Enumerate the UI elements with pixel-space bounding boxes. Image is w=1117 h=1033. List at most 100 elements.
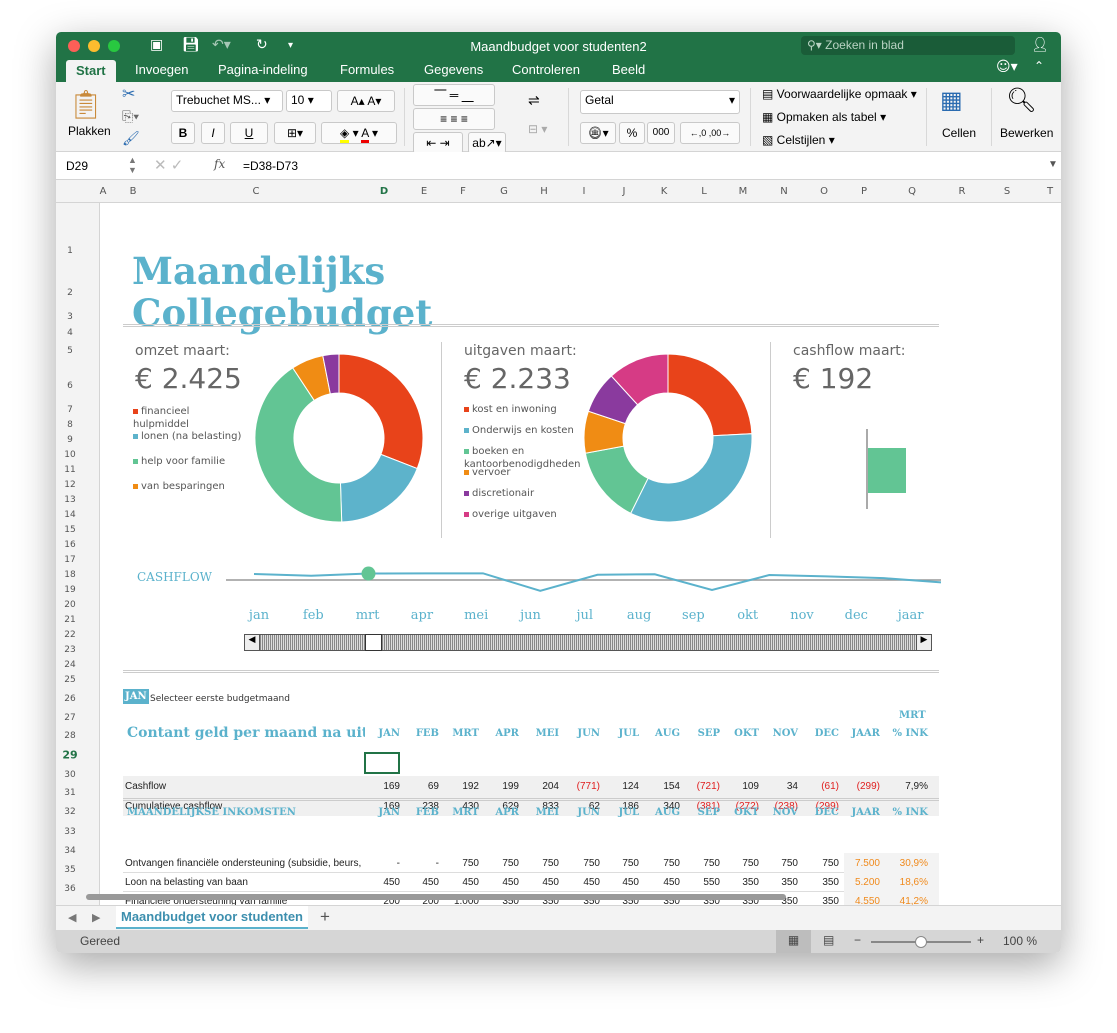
scrollbar-thumb[interactable] [365,634,382,651]
ribbon-tab-formules[interactable]: Formules [340,62,394,77]
column-header-K[interactable]: K [661,186,668,197]
ribbon-tab-pagina-indeling[interactable]: Pagina-indeling [218,62,308,77]
month-scrollbar[interactable]: ◀ ▶ [244,634,932,651]
cells-button[interactable]: Cellen [942,126,976,140]
number-format-select[interactable]: Getal ▾ [580,90,740,114]
edit-button[interactable]: Bewerken [1000,126,1053,140]
column-header-C[interactable]: C [253,186,260,197]
percent-button[interactable]: % [619,122,645,144]
month-label-apr[interactable]: apr [411,608,433,623]
ribbon-tab-invoegen[interactable]: Invoegen [135,62,189,77]
font-size-grow-shrink-buttons[interactable]: A▴ A▾ [337,90,395,112]
month-label-jan[interactable]: jan [249,608,269,623]
table-cell[interactable]: 7,9% [878,781,928,792]
formula-input[interactable]: =D38-D73 [243,159,298,173]
column-header-O[interactable]: O [820,186,828,197]
underline-button[interactable]: U [230,122,268,144]
find-magnifier-icon[interactable]: 🔍︎ [1006,86,1036,115]
table-cell[interactable]: 7.500 [830,858,880,869]
vertical-align-buttons[interactable]: ⎺ ═ ⎽ [413,84,495,106]
zoom-slider-thumb[interactable] [915,936,927,948]
orientation-button[interactable]: ab↗▾ [468,132,506,154]
prev-sheet-icon[interactable]: ◀ [68,911,76,924]
currency-button[interactable]: 🪙︎▾ [580,122,616,144]
month-label-mrt[interactable]: mrt [356,608,380,623]
selected-cell-d29[interactable] [364,752,400,774]
function-icon[interactable]: fx [214,157,225,171]
name-box[interactable]: D29 [66,159,88,173]
month-label-mei[interactable]: mei [464,608,488,623]
bold-button[interactable]: B [171,122,195,144]
column-header-B[interactable]: B [130,186,137,197]
column-header-Q[interactable]: Q [908,186,916,197]
scroll-left-button[interactable]: ◀ [245,635,260,650]
ribbon-tab-start[interactable]: Start [66,60,116,82]
fill-font-color-buttons[interactable]: ◈ ▾ A ▾ [321,122,397,144]
month-label-nov[interactable]: nov [790,608,814,623]
column-header-G[interactable]: G [500,186,508,197]
column-header-S[interactable]: S [1004,186,1010,197]
column-header-I[interactable]: I [583,186,586,197]
add-sheet-icon[interactable]: + [320,907,330,927]
cancel-icon[interactable]: ✕ ✓ [154,156,183,174]
table-cell[interactable]: 41,2% [878,896,928,905]
cells-icon[interactable]: ▦ [940,86,963,115]
column-header-A[interactable]: A [100,186,107,197]
collapse-ribbon-icon[interactable]: ⌃ [1034,59,1044,73]
merge-cells-icon[interactable]: ⊟ ▾ [528,122,547,136]
zoom-level[interactable]: 100 % [1003,934,1037,948]
column-header-M[interactable]: M [739,186,748,197]
scroll-right-button[interactable]: ▶ [916,635,931,650]
decimal-buttons[interactable]: ←,0 ,00→ [680,122,740,144]
table-cell[interactable]: 5.200 [830,877,880,888]
month-label-jun[interactable]: jun [520,608,541,623]
cell-styles-button[interactable]: ▧ Celstijlen ▾ [762,133,835,147]
column-header-T[interactable]: T [1047,186,1053,197]
format-as-table-button[interactable]: ▦ Opmaken als tabel ▾ [762,110,886,124]
next-sheet-icon[interactable]: ▶ [92,911,100,924]
column-header-R[interactable]: R [959,186,966,197]
normal-view-icon[interactable]: ▦ [776,930,811,953]
horizontal-scrollbar[interactable] [86,894,786,900]
column-header-N[interactable]: N [780,186,787,197]
table-cell[interactable]: 18,6% [878,877,928,888]
month-label-jul[interactable]: jul [577,608,594,623]
column-header-D[interactable]: D [380,186,388,197]
column-header-E[interactable]: E [421,186,427,197]
cut-icon[interactable]: ✂ [122,84,135,104]
expand-formula-icon[interactable]: ▼ [1048,159,1058,170]
copy-icon[interactable]: ⎘▾ [122,108,139,125]
ribbon-tab-gegevens[interactable]: Gegevens [424,62,483,77]
start-month-select[interactable]: JAN [123,689,149,704]
borders-button[interactable]: ⊞▾ [274,122,316,144]
table-cell[interactable]: 4.550 [830,896,880,905]
column-header-P[interactable]: P [861,186,867,197]
ribbon-tab-controleren[interactable]: Controleren [512,62,580,77]
zoom-out-icon[interactable]: − [854,933,861,947]
font-size-select[interactable]: 10 ▾ [286,90,332,112]
column-header-F[interactable]: F [460,186,466,197]
month-label-jaar[interactable]: jaar [898,608,924,623]
ribbon-tab-beeld[interactable]: Beeld [612,62,645,77]
table-cell[interactable]: 30,9% [878,858,928,869]
thousands-button[interactable]: 000 [647,122,675,144]
month-label-feb[interactable]: feb [303,608,324,623]
month-label-dec[interactable]: dec [845,608,868,623]
format-painter-icon[interactable]: 🖌︎ [122,130,140,147]
page-layout-view-icon[interactable]: ▤ [823,933,834,947]
month-label-okt[interactable]: okt [737,608,758,623]
horizontal-align-buttons[interactable]: ≡ ≡ ≡ [413,108,495,130]
italic-button[interactable]: I [201,122,225,144]
name-box-stepper[interactable]: ▲ ▼ [128,155,137,175]
sheet-tab-active[interactable]: Maandbudget voor studenten [116,906,308,929]
column-header-H[interactable]: H [540,186,548,197]
paste-icon[interactable]: 📋︎ [68,88,104,121]
column-header-J[interactable]: J [623,186,626,197]
wrap-text-icon[interactable]: ⇌ [528,92,540,109]
smiley-feedback-icon[interactable]: ☺▾ [996,59,1018,75]
paste-label[interactable]: Plakken [68,124,111,138]
font-name-select[interactable]: Trebuchet MS... ▾ [171,90,283,112]
month-label-sep[interactable]: sep [682,608,705,623]
conditional-format-button[interactable]: ▤ Voorwaardelijke opmaak ▾ [762,87,917,101]
indent-buttons[interactable]: ⇤ ⇥ [413,132,463,154]
